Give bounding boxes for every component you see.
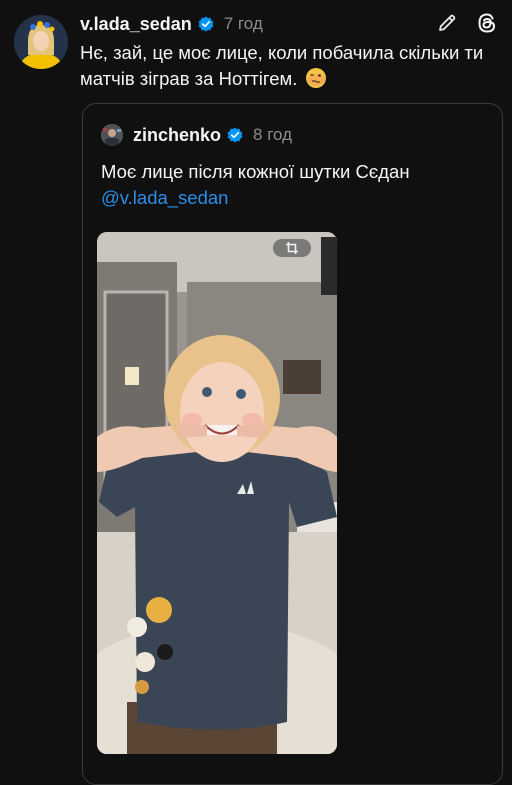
quoted-post-text: Моє лице після кожної шутки Сєдан bbox=[101, 161, 410, 182]
post-text: Нє, зай, це моє лице, коли побачила скіл… bbox=[80, 42, 484, 89]
post-body: Нє, зай, це моє лице, коли побачила скіл… bbox=[80, 40, 500, 92]
verified-badge-icon bbox=[198, 16, 214, 32]
post-actions bbox=[436, 12, 498, 34]
author-username[interactable]: v.lada_sedan bbox=[80, 14, 192, 35]
crop-icon[interactable] bbox=[273, 239, 311, 257]
quoted-post-time: 8 год bbox=[253, 125, 293, 144]
pencil-icon[interactable] bbox=[436, 12, 458, 34]
quoted-author-username[interactable]: zinchenko bbox=[133, 125, 221, 146]
author-avatar[interactable] bbox=[14, 15, 68, 69]
threads-logo-icon[interactable] bbox=[476, 12, 498, 34]
post-time: 7 год bbox=[223, 14, 263, 33]
quoted-post-body: Моє лице після кожної шутки Сєдан @v.lad… bbox=[101, 159, 481, 211]
post-header: v.lada_sedan 7 год bbox=[80, 12, 263, 36]
quoted-author-avatar[interactable] bbox=[101, 124, 123, 146]
woozy-face-emoji-icon bbox=[305, 67, 327, 89]
quoted-post-header: zinchenko 8 год bbox=[133, 123, 292, 147]
verified-badge-icon bbox=[227, 127, 243, 143]
mention-link[interactable]: @v.lada_sedan bbox=[101, 185, 481, 211]
quoted-post-photo[interactable] bbox=[97, 232, 337, 754]
quoted-post[interactable]: zinchenko 8 год Моє лице після кожної шу… bbox=[82, 103, 503, 785]
